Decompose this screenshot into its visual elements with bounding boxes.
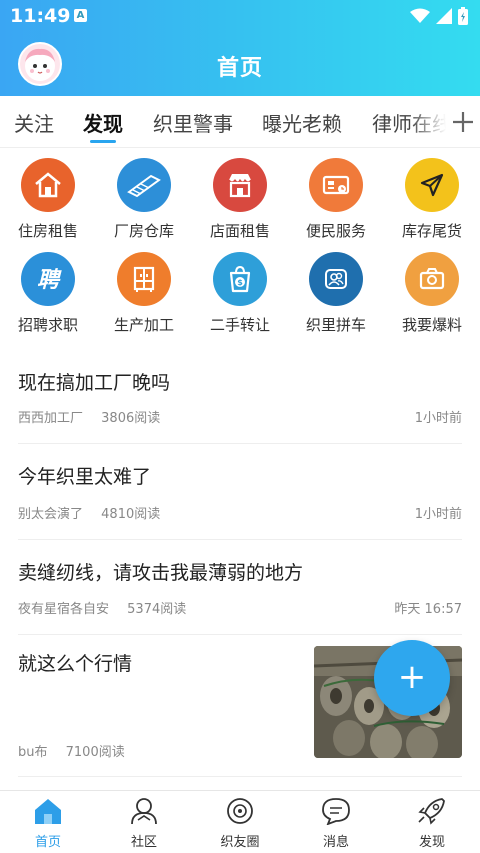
- tab-expose-debtors[interactable]: 曝光老赖: [262, 108, 342, 137]
- tab-zhili-police[interactable]: 织里警事: [153, 108, 233, 137]
- post-reads: 3806阅读: [101, 411, 161, 426]
- tab-discover[interactable]: 发现: [83, 108, 123, 137]
- category-label: 生产加工: [113, 316, 174, 334]
- house-icon: [21, 158, 75, 212]
- create-post-button[interactable]: +: [374, 640, 450, 716]
- nav-label: 织友圈: [220, 835, 260, 850]
- category-recruitment[interactable]: 聘 招聘求职: [0, 252, 96, 335]
- post-item[interactable]: 今年织里太难了 别太会演了 4810阅读 1小时前: [18, 444, 462, 540]
- post-author: bu布: [18, 745, 48, 760]
- community-icon: [131, 798, 157, 825]
- status-bar: 11:49 A: [0, 0, 480, 34]
- message-icon: [322, 798, 350, 826]
- post-meta: bu布 7100阅读: [18, 741, 125, 760]
- battery-icon: [458, 7, 468, 25]
- active-tab-indicator: [90, 140, 116, 143]
- warehouse-icon: [117, 158, 171, 212]
- category-housing[interactable]: 住房租售: [0, 158, 96, 241]
- category-label: 便民服务: [305, 222, 366, 240]
- signal-icon: [436, 8, 452, 24]
- circle-icon: [227, 798, 253, 824]
- camera-icon: [405, 252, 459, 306]
- post-author: 别太会演了: [18, 507, 84, 522]
- nav-friends-circle[interactable]: 织友圈: [192, 797, 288, 850]
- post-time: 1小时前: [414, 507, 462, 522]
- status-time: 11:49: [10, 5, 71, 27]
- tab-follow[interactable]: 关注: [14, 108, 54, 137]
- category-label: 库存尾货: [401, 222, 462, 240]
- post-reads: 7100阅读: [65, 745, 125, 760]
- post-meta: 夜有星宿各自安 5374阅读: [18, 598, 186, 617]
- plus-icon: +: [397, 657, 427, 697]
- svg-text:$: $: [237, 278, 243, 287]
- nav-label: 发现: [418, 835, 445, 850]
- nav-home[interactable]: 首页: [0, 797, 96, 850]
- nav-community[interactable]: 社区: [96, 797, 192, 850]
- rocket-icon: [418, 798, 445, 825]
- category-label: 厂房仓库: [113, 222, 174, 240]
- nav-messages[interactable]: 消息: [288, 797, 384, 850]
- nav-label: 消息: [322, 835, 349, 850]
- plus-icon: [453, 112, 473, 132]
- page-title: 首页: [216, 56, 263, 81]
- category-label: 招聘求职: [17, 316, 78, 334]
- post-reads: 5374阅读: [127, 602, 187, 617]
- category-production[interactable]: 生产加工: [96, 252, 192, 335]
- post-item[interactable]: 卖缝纫线，请攻击我最薄弱的地方 夜有星宿各自安 5374阅读 昨天 16:57: [18, 540, 462, 635]
- svg-text:聘: 聘: [37, 268, 62, 293]
- category-label: 店面租售: [209, 222, 270, 240]
- post-title: 今年织里太难了: [18, 466, 152, 488]
- home-icon: [35, 799, 61, 824]
- tab-fade: [410, 96, 446, 147]
- service-card-icon: [309, 158, 363, 212]
- post-time: 昨天 16:57: [394, 602, 462, 617]
- category-label: 我要爆料: [401, 316, 462, 334]
- post-title: 卖缝纫线，请攻击我最薄弱的地方: [18, 562, 304, 584]
- post-author: 夜有星宿各自安: [18, 602, 110, 617]
- wardrobe-icon: [117, 252, 171, 306]
- nav-discover[interactable]: 发现: [384, 797, 480, 850]
- wifi-icon: [410, 8, 430, 23]
- category-factory[interactable]: 厂房仓库: [96, 158, 192, 241]
- notification-icon: A: [74, 9, 87, 22]
- post-time: 1小时前: [414, 411, 462, 426]
- app-header: 11:49 A 首页: [0, 0, 480, 96]
- category-label: 织里拼车: [305, 316, 366, 334]
- category-label: 二手转让: [209, 316, 270, 334]
- recruit-icon: 聘: [21, 252, 75, 306]
- category-storefront[interactable]: 店面租售: [192, 158, 288, 241]
- system-icons: [410, 7, 468, 25]
- category-label: 住房租售: [17, 222, 78, 240]
- nav-label: 社区: [130, 835, 157, 850]
- send-arrow-icon: [405, 158, 459, 212]
- post-author: 西西加工厂: [18, 411, 84, 426]
- post-item[interactable]: 现在搞加工厂晚吗 西西加工厂 3806阅读 1小时前: [18, 350, 462, 444]
- post-reads: 4810阅读: [101, 507, 161, 522]
- category-convenience-service[interactable]: 便民服务: [288, 158, 384, 241]
- category-carpool[interactable]: 织里拼车: [288, 252, 384, 335]
- bottom-nav: 首页 社区 织友圈 消息 发现: [0, 790, 480, 853]
- shopping-bag-icon: $: [213, 252, 267, 306]
- tab-bar: 关注 发现 织里警事 曝光老赖 律师在线: [0, 96, 480, 148]
- post-title: 现在搞加工厂晚吗: [18, 372, 171, 394]
- category-secondhand[interactable]: $ 二手转让: [192, 252, 288, 335]
- carpool-icon: [309, 252, 363, 306]
- category-report-news[interactable]: 我要爆料: [384, 252, 480, 335]
- add-tab-button[interactable]: [446, 96, 480, 147]
- post-title: 就这么个行情: [18, 653, 133, 675]
- nav-label: 首页: [34, 835, 61, 850]
- post-meta: 别太会演了 4810阅读: [18, 503, 160, 522]
- category-stock-clearance[interactable]: 库存尾货: [384, 158, 480, 241]
- post-meta: 西西加工厂 3806阅读: [18, 407, 160, 426]
- storefront-icon: [213, 158, 267, 212]
